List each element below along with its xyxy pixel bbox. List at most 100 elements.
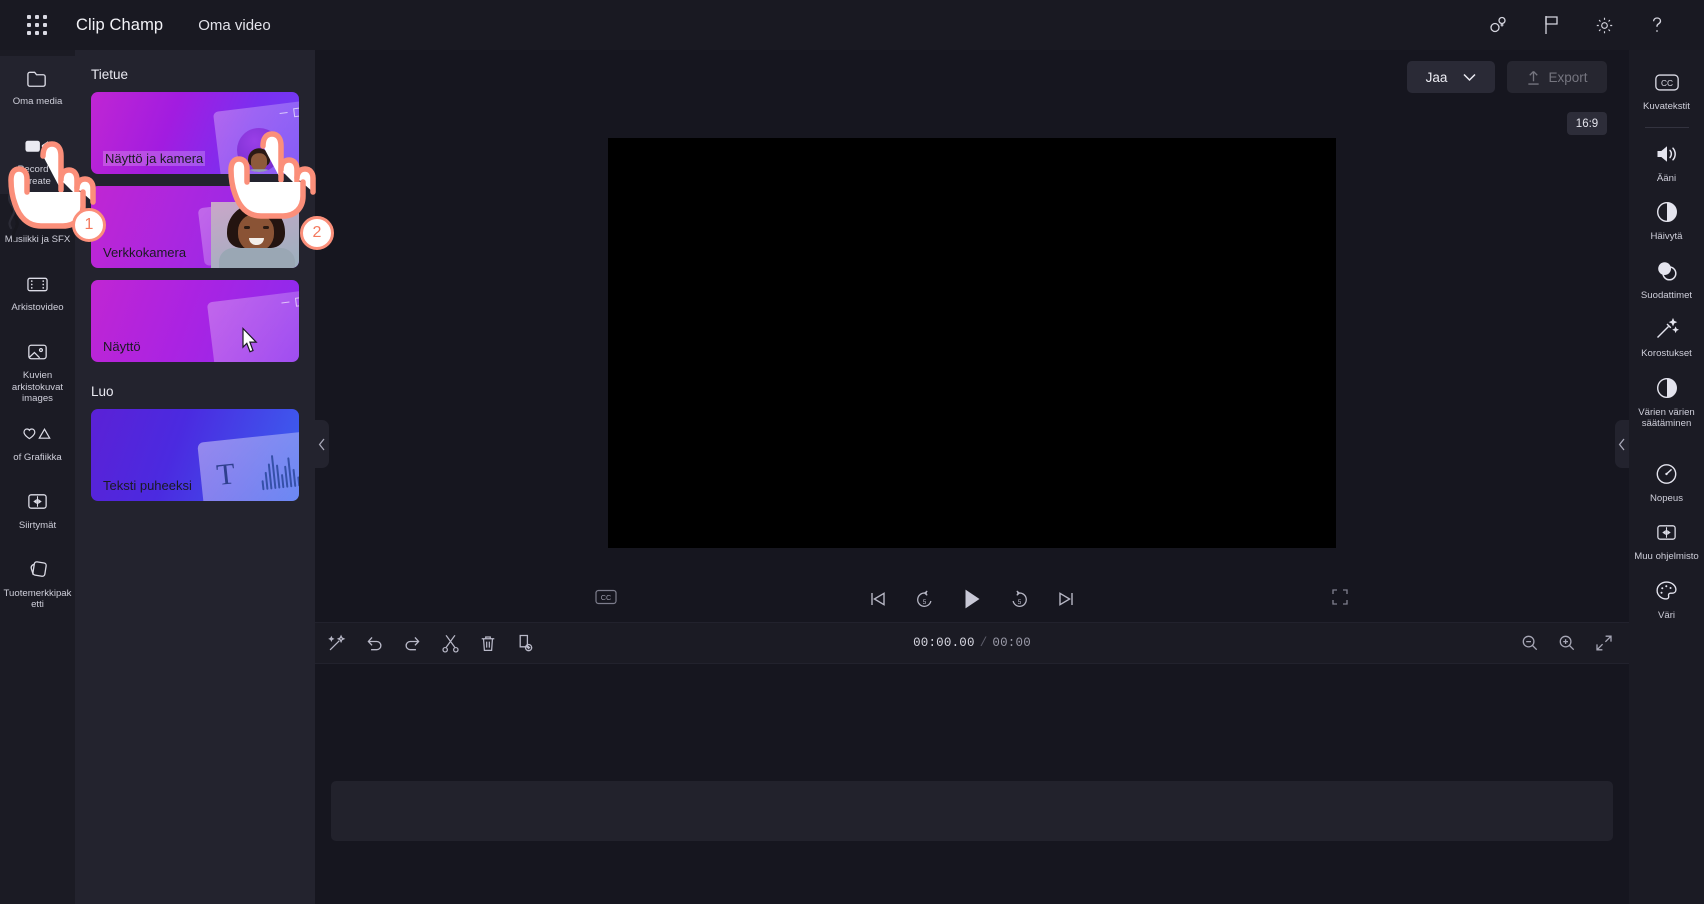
sidebar-item-label: Musiikki ja SFX — [4, 234, 71, 245]
brand-name[interactable]: Clip Champ — [76, 16, 163, 35]
forward-5-seconds-icon[interactable]: 5 — [1010, 590, 1029, 609]
rsidebar-item-suodattimet[interactable]: Suodattimet — [1629, 249, 1704, 308]
tutorial-step-badge-2: 2 — [300, 216, 334, 250]
film-strip-icon — [25, 271, 50, 297]
closed-captions-icon: CC — [1654, 69, 1680, 95]
sidebar-item-record-create[interactable]: Record & create — [0, 124, 75, 194]
sidebar-item-arkistovideo[interactable]: Arkistovideo — [0, 262, 75, 330]
zoom-out-icon[interactable] — [1521, 634, 1539, 652]
split-scissors-icon[interactable] — [441, 633, 460, 653]
panel-collapse-handle[interactable] — [315, 420, 329, 468]
sidebar-item-musiikki-ja-sfx[interactable]: Musiikki ja SFX — [0, 194, 75, 262]
filters-overlap-circles-icon — [1655, 258, 1679, 284]
timeline-empty-track[interactable] — [331, 781, 1613, 841]
rsidebar-item-aani[interactable]: Ääni — [1629, 132, 1704, 191]
export-button[interactable]: Export — [1507, 61, 1607, 93]
sidebar-item-tuotemerkkipaketti[interactable]: Tuotemerkkipaketti — [0, 548, 75, 618]
tutorial-step-badge-1: 1 — [72, 208, 106, 242]
flag-feedback-icon[interactable] — [1538, 12, 1564, 38]
music-note-icon — [26, 203, 50, 229]
transition-icon — [25, 489, 50, 515]
help-question-icon[interactable] — [1644, 12, 1670, 38]
text-to-speech-illustration: T — [197, 431, 299, 501]
sidebar-item-siirtymat[interactable]: Siirtymät — [0, 480, 75, 548]
upload-arrow-icon — [1528, 70, 1540, 85]
camera-bubble-illustration — [237, 128, 281, 172]
sidebar-item-label: Arkistovideo — [11, 302, 64, 313]
share-button[interactable]: Jaa — [1407, 61, 1495, 93]
sidebar-item-label: Siirtymät — [18, 519, 57, 531]
card-label: Näyttö ja kamera — [103, 151, 206, 166]
screen-illustration — [206, 289, 299, 362]
panel-section-create-heading: Luo — [91, 384, 114, 399]
timeline-body[interactable] — [315, 664, 1629, 904]
svg-text:5: 5 — [1018, 599, 1022, 606]
header-actions — [1485, 12, 1670, 38]
card-screen[interactable]: Näyttö — [91, 280, 299, 362]
playback-controls: 5 5 — [315, 588, 1629, 610]
sidebar-item-label: Tuotemerkkipaketti — [3, 587, 72, 611]
fit-to-screen-icon[interactable] — [1595, 634, 1613, 652]
timeline-tools-left — [327, 633, 534, 653]
app-header: Clip Champ Oma video — [0, 0, 1704, 50]
rsidebar-item-label: Suodattimet — [1640, 289, 1693, 301]
color-balance-half-circle-icon — [1655, 375, 1679, 401]
project-name[interactable]: Oma video — [198, 17, 271, 34]
skip-to-start-icon[interactable] — [869, 590, 887, 608]
time-separator: / — [979, 636, 988, 650]
zoom-in-icon[interactable] — [1558, 634, 1576, 652]
player-controls-bar: CC 5 5 — [315, 578, 1629, 620]
rsidebar-item-korostukset[interactable]: Korostukset — [1629, 307, 1704, 366]
sidebar-item-kuvien-arkistokuvat[interactable]: Kuvien arkistokuvat images — [0, 330, 75, 412]
folder-icon — [25, 65, 50, 91]
app-launcher-grid-icon[interactable] — [20, 8, 54, 42]
rsidebar-item-varien-saataminen[interactable]: Värien värien säätäminen — [1629, 366, 1704, 436]
right-panel-collapse-handle[interactable] — [1615, 420, 1629, 468]
timeline-toolbar: 00:00.00 / 00:00 — [315, 622, 1629, 664]
chevron-down-icon — [1463, 73, 1476, 81]
rsidebar-item-label: Värien värien säätäminen — [1638, 406, 1695, 430]
gear-icon[interactable] — [1591, 12, 1617, 38]
rsidebar-item-haivyta[interactable]: Häivytä — [1629, 190, 1704, 249]
color-palette-icon — [1654, 578, 1679, 604]
delete-trash-icon[interactable] — [479, 634, 497, 653]
rewind-5-seconds-icon[interactable]: 5 — [915, 590, 934, 609]
share-people-icon[interactable] — [1485, 12, 1511, 38]
speedometer-icon — [1654, 461, 1679, 487]
video-preview-canvas[interactable] — [608, 138, 1336, 548]
rsidebar-item-label: Ääni — [1656, 172, 1677, 184]
sidebar-item-grafiikka[interactable]: of Grafiikka — [0, 412, 75, 480]
fullscreen-icon — [1332, 588, 1348, 605]
brand-kit-layers-icon — [25, 557, 50, 583]
redo-icon[interactable] — [403, 634, 422, 652]
editor-stage: Jaa Export 16:9 CC 5 5 00:00.00 / 00:00 — [315, 50, 1629, 904]
duplicate-icon[interactable] — [516, 633, 534, 653]
current-time: 00:00.00 — [913, 636, 975, 650]
total-time: 00:00 — [992, 636, 1031, 650]
share-button-label: Jaa — [1425, 69, 1448, 85]
speaker-volume-icon — [1654, 141, 1680, 167]
skip-to-end-icon[interactable] — [1057, 590, 1075, 608]
rsidebar-item-label: Korostukset — [1641, 348, 1692, 359]
rsidebar-item-vari[interactable]: Väri — [1629, 569, 1704, 628]
card-webcam[interactable]: Verkkokamera — [91, 186, 299, 268]
webcam-photo-illustration — [211, 202, 299, 268]
rsidebar-item-label: Kuvatekstit — [1643, 101, 1690, 112]
card-screen-and-camera[interactable]: Näyttö ja kamera — [91, 92, 299, 174]
sidebar-item-label: Oma media — [12, 96, 63, 107]
rsidebar-item-muu-ohjelmisto[interactable]: Muu ohjelmisto — [1629, 510, 1704, 569]
record-and-create-panel: Tietue Näyttö ja kamera Verkkokamera Näy… — [75, 50, 315, 904]
clipchamp-editor-window: Clip Champ Oma video Oma media Record & … — [0, 0, 1704, 904]
rsidebar-item-label: Muu ohjelmisto — [1634, 551, 1699, 562]
rsidebar-item-label: Häivytä — [1650, 231, 1683, 242]
rsidebar-item-nopeus[interactable]: Nopeus — [1629, 452, 1704, 511]
play-icon[interactable] — [962, 588, 982, 610]
fullscreen-button[interactable] — [1331, 588, 1349, 611]
svg-text:5: 5 — [923, 599, 927, 606]
magic-wand-sparkle-icon[interactable] — [327, 634, 346, 653]
rsidebar-item-kuvatekstit[interactable]: CC Kuvatekstit — [1629, 60, 1704, 119]
card-text-to-speech[interactable]: T Teksti puheeksi — [91, 409, 299, 501]
undo-icon[interactable] — [365, 634, 384, 652]
card-label: Näyttö — [103, 339, 141, 354]
sidebar-item-oma-media[interactable]: Oma media — [0, 56, 75, 124]
